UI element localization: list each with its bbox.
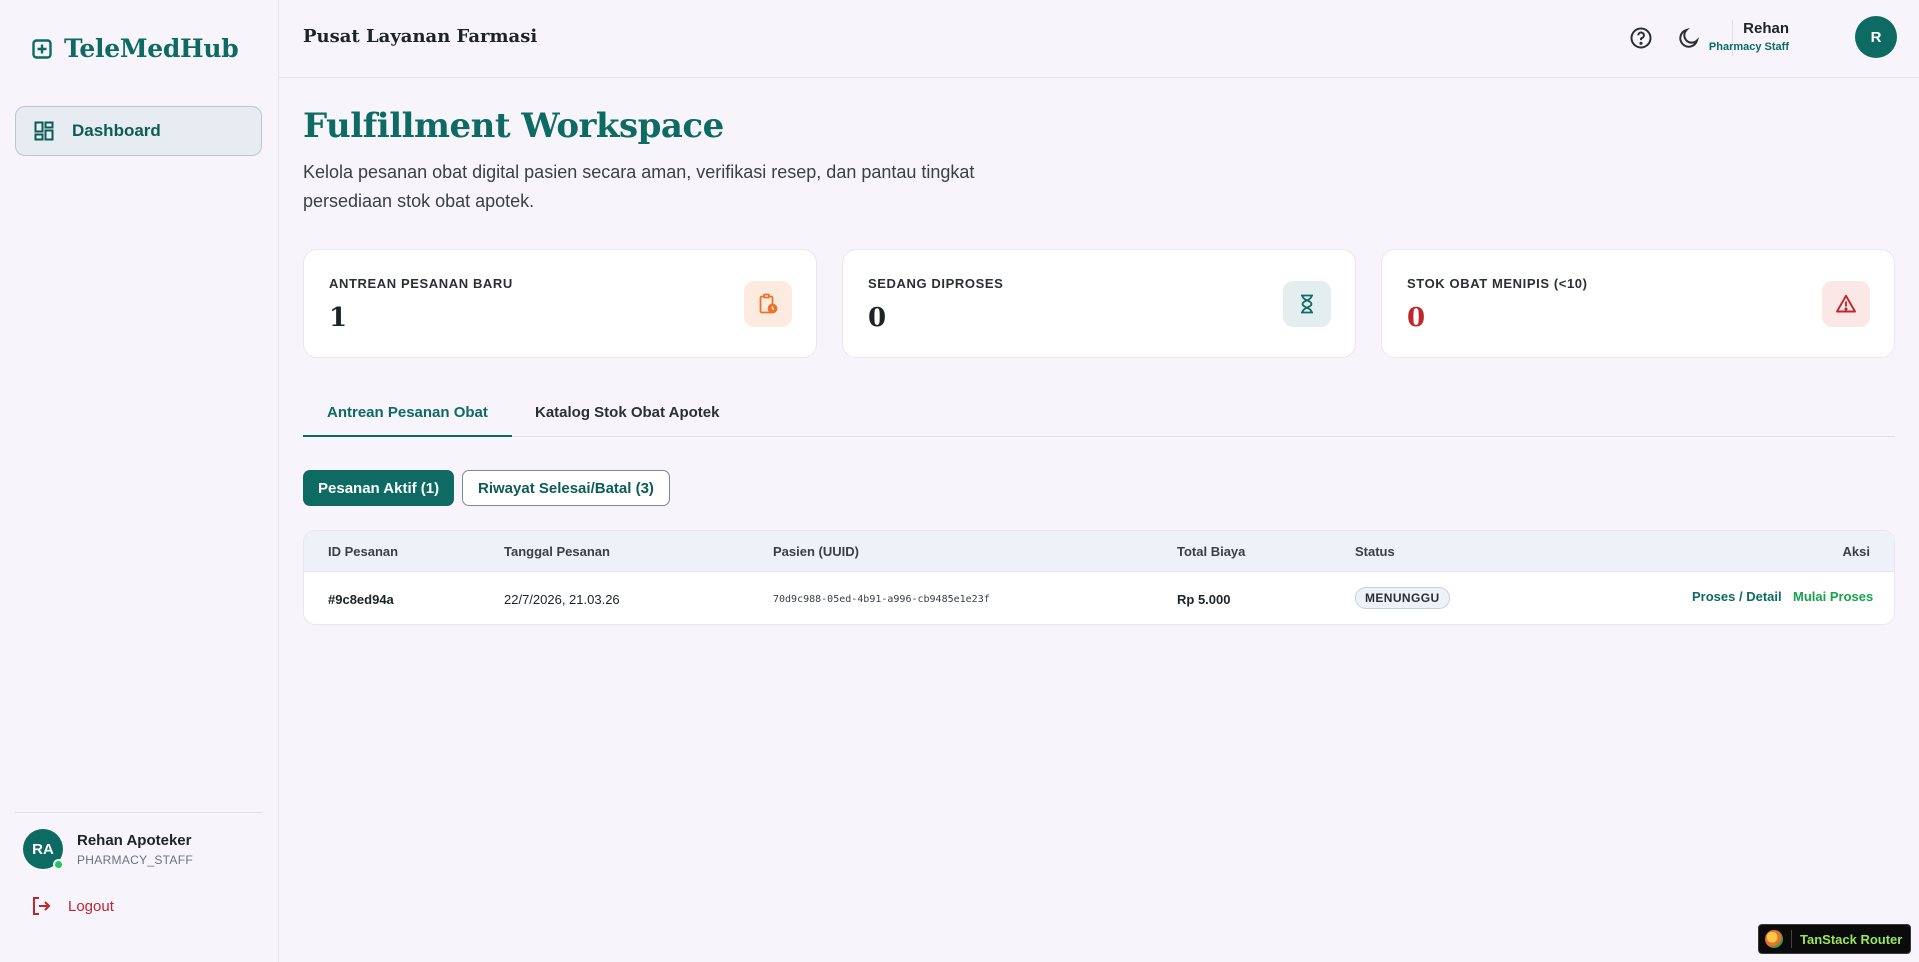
sidebar-user-role: PHARMACY_STAFF xyxy=(77,852,193,867)
clipboard-clock-icon xyxy=(759,293,778,314)
tanstack-router-devtools-button[interactable]: TanStack Router xyxy=(1758,924,1911,954)
page-title: Fulfillment Workspace xyxy=(303,106,724,146)
stat-icon-box xyxy=(1283,281,1331,327)
stat-value: 0 xyxy=(868,303,887,333)
top-header: Pusat Layanan Farmasi Rehan Pharmacy Sta… xyxy=(279,0,1919,78)
hourglass-icon xyxy=(1301,294,1313,314)
order-date: 22/7/2026, 21.03.26 xyxy=(504,592,620,607)
column-header-patient: Pasien (UUID) xyxy=(773,544,859,559)
logout-label: Logout xyxy=(68,897,114,915)
sidebar-item-label: Dashboard xyxy=(72,121,161,140)
avatar: RA xyxy=(23,829,64,870)
brand-logo[interactable]: TeleMedHub xyxy=(32,34,239,63)
table-row: #9c8ed94a 22/7/2026, 21.03.26 70d9c988-0… xyxy=(304,572,1894,624)
order-id: #9c8ed94a xyxy=(328,592,394,607)
logout-button[interactable]: Logout xyxy=(30,895,114,917)
header-title: Pusat Layanan Farmasi xyxy=(303,26,538,47)
column-header-status: Status xyxy=(1355,544,1395,559)
medical-plus-icon xyxy=(32,38,52,59)
dashboard-grid-icon xyxy=(34,121,54,141)
tanstack-logo-icon xyxy=(1765,930,1783,948)
stat-icon-box xyxy=(1822,281,1870,327)
devtools-divider xyxy=(1791,930,1792,948)
filter-active-orders-button[interactable]: Pesanan Aktif (1) xyxy=(303,470,455,506)
sidebar-divider xyxy=(15,812,262,813)
stat-icon-box xyxy=(744,281,792,327)
header-avatar[interactable]: R xyxy=(1855,16,1897,58)
patient-uuid: 70d9c988-05ed-4b91-a996-cb9485e1e23f xyxy=(773,594,990,605)
stat-label: ANTREAN PESANAN BARU xyxy=(329,276,513,291)
sidebar: TeleMedHub Dashboard RA Rehan Apoteker P… xyxy=(0,0,279,962)
stat-value: 0 xyxy=(1407,303,1426,333)
header-user-name: Rehan xyxy=(1743,20,1789,37)
tab-pharmacy-stock-catalog[interactable]: Katalog Stok Obat Apotek xyxy=(511,394,743,437)
help-icon[interactable] xyxy=(1629,26,1653,50)
header-user-role: Pharmacy Staff xyxy=(1708,41,1789,53)
sidebar-user-name: Rehan Apoteker xyxy=(77,831,192,849)
filter-history-button[interactable]: Riwayat Selesai/Batal (3) xyxy=(462,470,670,506)
column-header-actions: Aksi xyxy=(1842,544,1870,559)
column-header-order-date: Tanggal Pesanan xyxy=(504,544,610,559)
stat-card-processing: SEDANG DIPROSES 0 xyxy=(842,249,1356,358)
warning-triangle-icon xyxy=(1836,294,1856,313)
order-total: Rp 5.000 xyxy=(1177,592,1231,607)
sidebar-user-profile: RA Rehan Apoteker PHARMACY_STAFF xyxy=(23,829,193,870)
dark-mode-moon-icon[interactable] xyxy=(1677,26,1701,50)
avatar-initials: RA xyxy=(32,840,54,858)
stat-value: 1 xyxy=(329,303,348,333)
stat-card-new-orders: ANTREAN PESANAN BARU 1 xyxy=(303,249,817,358)
header-user-info: Rehan Pharmacy Staff xyxy=(1709,20,1789,53)
stat-card-low-stock: STOK OBAT MENIPIS (<10) 0 xyxy=(1381,249,1895,358)
logout-icon xyxy=(33,897,51,915)
column-header-total: Total Biaya xyxy=(1177,544,1246,559)
stat-label: SEDANG DIPROSES xyxy=(868,276,1004,291)
tab-bar: Antrean Pesanan Obat Katalog Stok Obat A… xyxy=(303,394,1895,437)
sidebar-item-dashboard[interactable]: Dashboard xyxy=(15,106,262,156)
orders-table: ID Pesanan Tanggal Pesanan Pasien (UUID)… xyxy=(303,530,1895,625)
table-header: ID Pesanan Tanggal Pesanan Pasien (UUID)… xyxy=(304,531,1894,572)
stat-label: STOK OBAT MENIPIS (<10) xyxy=(1407,276,1588,291)
header-avatar-initial: R xyxy=(1870,28,1882,46)
page-description: Kelola pesanan obat digital pasien secar… xyxy=(303,162,975,211)
column-header-order-id: ID Pesanan xyxy=(328,544,399,559)
online-status-dot xyxy=(53,859,64,870)
tab-medicine-order-queue[interactable]: Antrean Pesanan Obat xyxy=(303,394,512,437)
status-badge: MENUNGGU xyxy=(1355,587,1450,609)
brand-name: TeleMedHub xyxy=(64,34,239,63)
process-detail-link[interactable]: Proses / Detail xyxy=(1692,589,1782,604)
devtools-label: TanStack Router xyxy=(1800,931,1903,947)
start-process-link[interactable]: Mulai Proses xyxy=(1793,589,1873,604)
